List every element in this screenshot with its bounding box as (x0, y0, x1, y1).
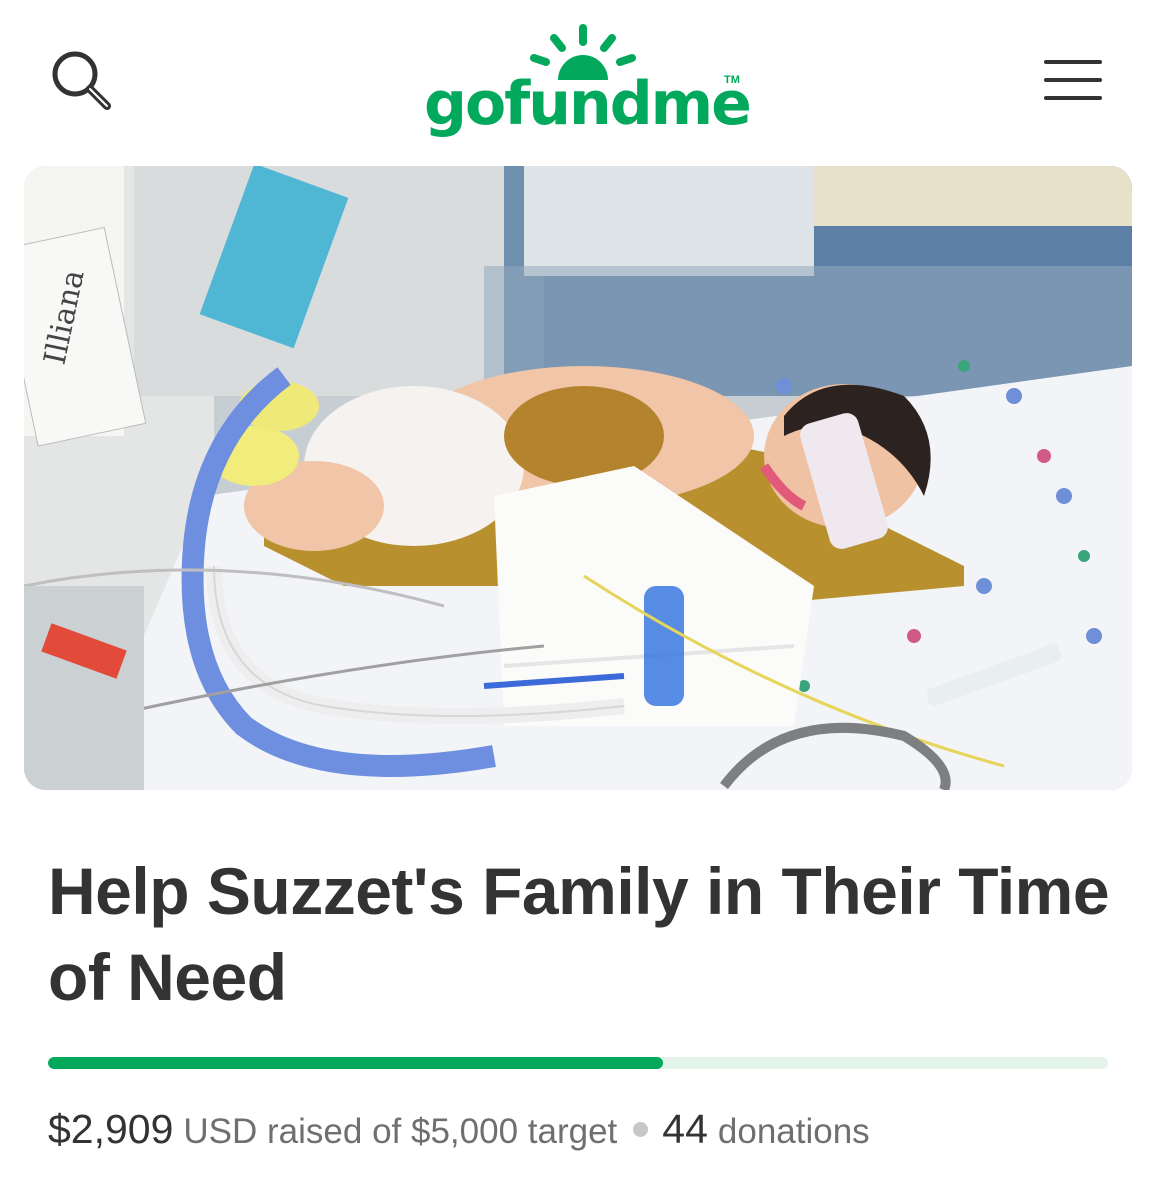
donations-label: donations (717, 1112, 870, 1151)
hamburger-menu-icon (1044, 60, 1102, 100)
logo-wordmark: gofundme (424, 69, 752, 139)
search-button[interactable] (40, 44, 124, 118)
funding-progress-bar (48, 1057, 1108, 1069)
menu-button[interactable] (1036, 52, 1112, 114)
trademark-mark: TM (724, 74, 740, 86)
funding-stats: $2,909 USD raised of $5,000 target 44 do… (48, 1106, 870, 1166)
search-icon (52, 51, 111, 110)
gofundme-logo[interactable]: gofundme TM (410, 24, 752, 144)
donations-count: 44 (662, 1106, 708, 1152)
amount-raised: $2,909 (48, 1106, 174, 1152)
funding-progress-fill (48, 1057, 663, 1069)
hero-photo-illustration: Illiana (24, 166, 1132, 790)
campaign-hero-photo[interactable]: Illiana (24, 166, 1132, 790)
separator-dot (633, 1122, 649, 1137)
campaign-page: gofundme TM Illiana Help Suzzet's Family… (0, 0, 1156, 1200)
campaign-title: Help Suzzet's Family in Their Time of Ne… (48, 854, 1110, 1014)
top-nav: gofundme TM (0, 0, 1156, 150)
raised-target-text: USD raised of $5,000 target (183, 1112, 618, 1151)
